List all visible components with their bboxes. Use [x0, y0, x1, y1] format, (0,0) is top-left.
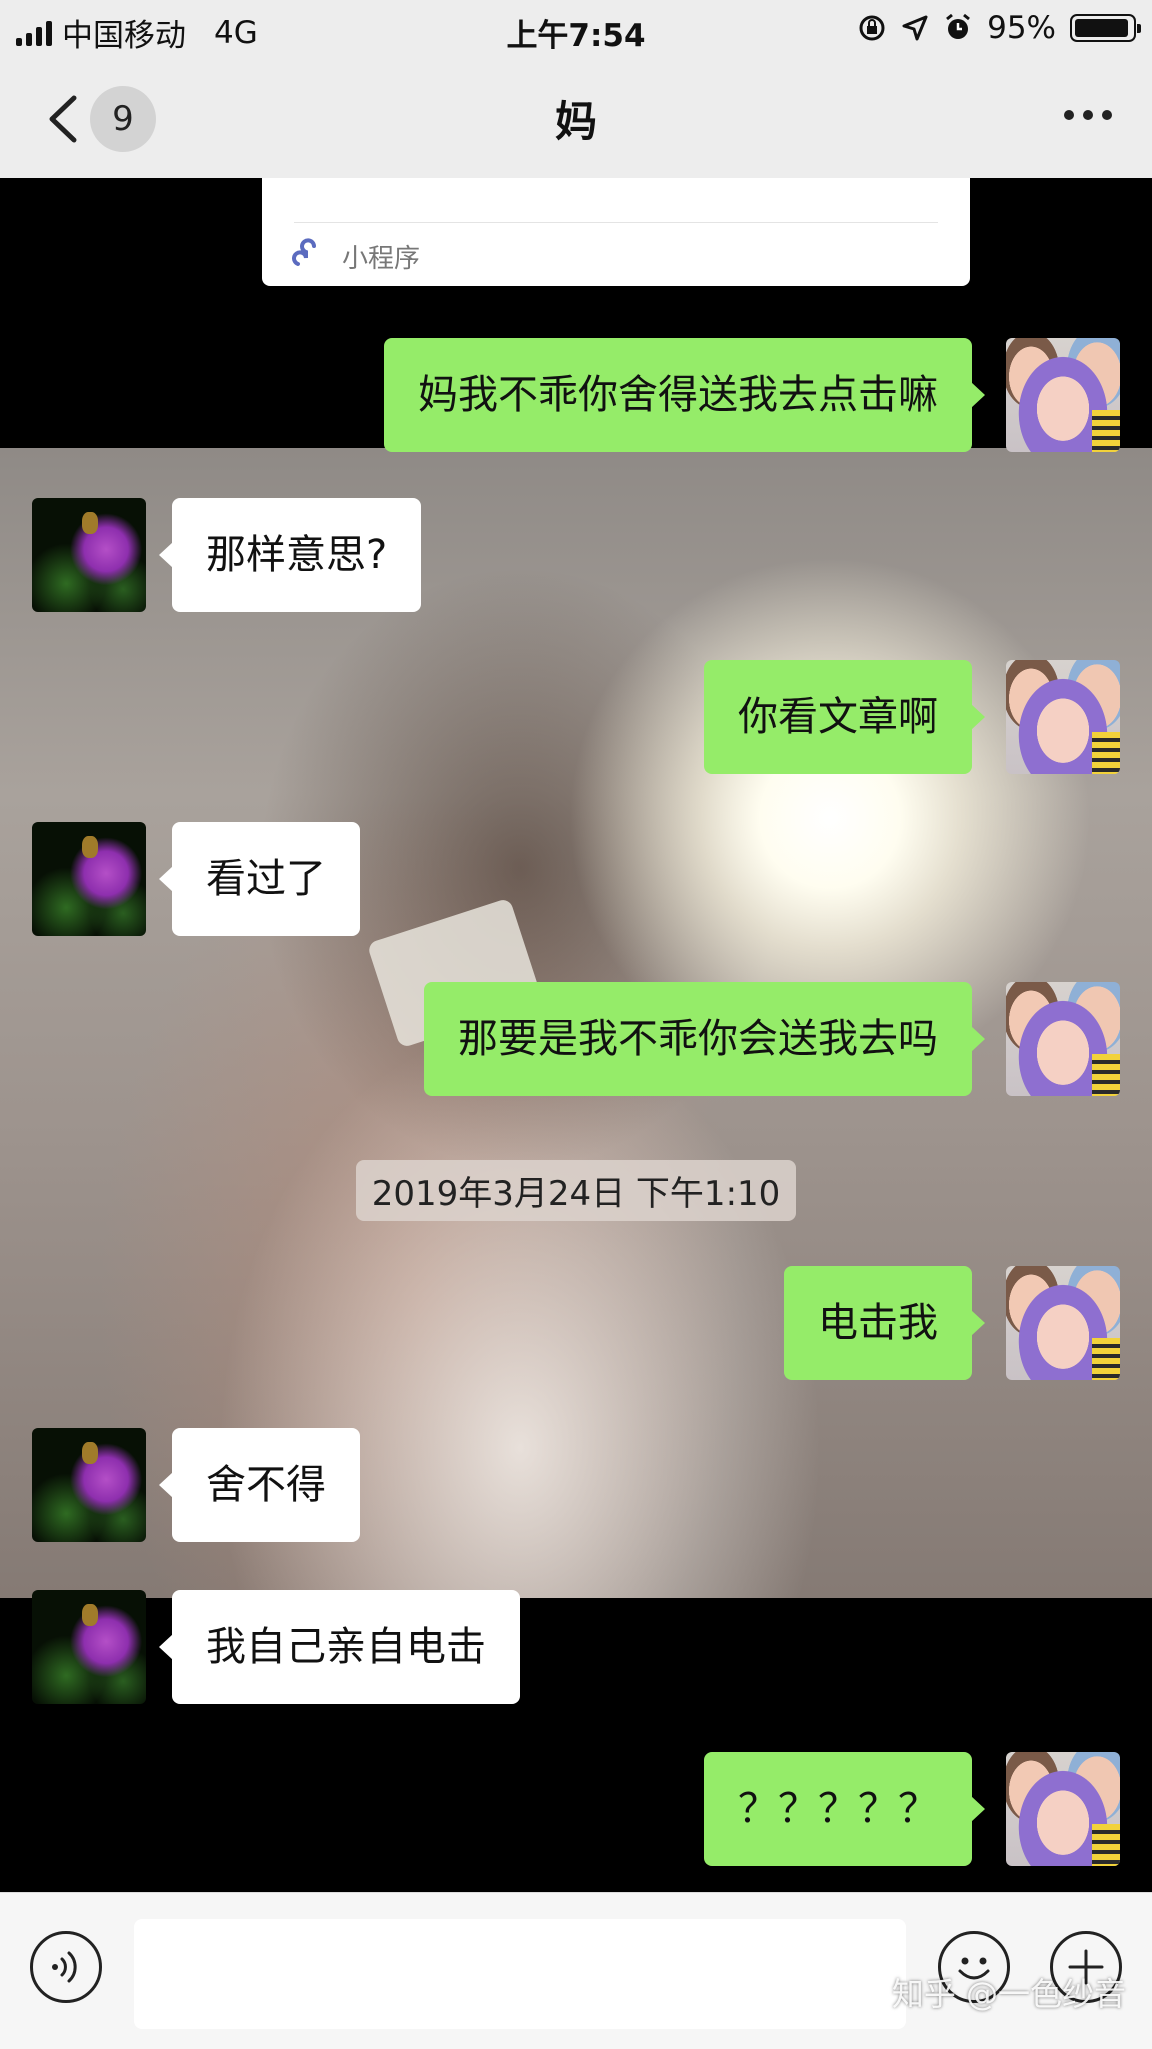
message-bubble-outgoing[interactable]: ？？？？？: [704, 1752, 985, 1866]
message-input[interactable]: [134, 1919, 906, 2029]
chat-title: 妈: [554, 97, 597, 146]
contact-avatar[interactable]: [32, 1428, 146, 1542]
message-bubble-incoming[interactable]: 看过了: [159, 822, 360, 936]
chat-header: 9 妈: [0, 58, 1152, 179]
my-avatar[interactable]: [1006, 1266, 1120, 1380]
mini-program-card[interactable]: 小程序: [262, 178, 970, 286]
message-bubble-incoming[interactable]: 那样意思?: [158, 498, 422, 612]
voice-input-button[interactable]: [30, 1931, 102, 2003]
my-avatar[interactable]: [1006, 1752, 1120, 1866]
message-bubble-outgoing[interactable]: 电击我: [784, 1266, 985, 1380]
voice-wave-icon: [52, 1951, 77, 1983]
alarm-icon: [946, 13, 971, 39]
more-options-icon[interactable]: [1064, 110, 1112, 120]
contact-avatar[interactable]: [32, 1590, 146, 1704]
status-bar: 中国移动 4G 上午7:54 95%: [0, 0, 1152, 58]
status-right: 95%: [857, 10, 1141, 46]
input-bar: 知乎 @一色纱音: [0, 1892, 1152, 2049]
my-avatar[interactable]: [1006, 338, 1120, 452]
battery-percent: 95%: [987, 10, 1056, 46]
timestamp-divider: 2019年3月24日 下午1:10: [0, 1160, 1152, 1221]
message-bubble-outgoing[interactable]: 你看文章啊: [704, 660, 985, 774]
mini-program-icon: [292, 238, 316, 266]
location-arrow-icon: [902, 15, 928, 41]
rotation-lock-icon: [859, 15, 885, 41]
mini-program-label: 小程序: [342, 244, 421, 274]
message-bubble-incoming[interactable]: 舍不得: [159, 1428, 360, 1542]
my-avatar[interactable]: [1006, 982, 1120, 1096]
contact-avatar[interactable]: [32, 822, 146, 936]
message-bubble-outgoing[interactable]: 妈我不乖你舍得送我去点击嘛: [384, 338, 985, 452]
message-bubble-incoming[interactable]: 我自己亲自电击: [159, 1590, 520, 1704]
message-bubble-outgoing[interactable]: 那要是我不乖你会送我去吗: [424, 982, 985, 1096]
timestamp-label: 2019年3月24日 下午1:10: [355, 1160, 797, 1221]
contact-avatar[interactable]: [32, 498, 146, 612]
battery-icon: [1070, 14, 1141, 42]
watermark: 知乎 @一色纱音: [891, 1975, 1126, 2013]
chat-message-area[interactable]: 小程序 妈我不乖你舍得送我去点击嘛 那样意思? 你看文章啊 看过了 那要是我不乖…: [0, 178, 1152, 1892]
my-avatar[interactable]: [1006, 660, 1120, 774]
battery-fill: [1075, 19, 1129, 37]
